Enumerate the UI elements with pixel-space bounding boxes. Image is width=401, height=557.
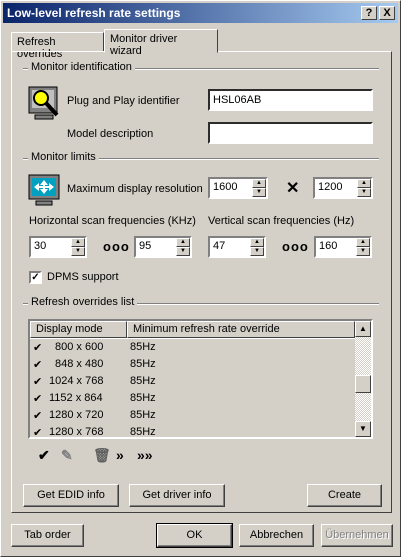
delete-trash-icon[interactable]: 🗑 [93, 447, 111, 464]
tab-monitor-driver-wizard[interactable]: Monitor driver wizard [104, 29, 218, 57]
edit-pencil-icon[interactable]: ✎ [61, 447, 73, 464]
times-icon: ✕ [286, 180, 300, 197]
max-width-value: 1600 [213, 181, 238, 193]
refresh-rate: 85Hz [130, 392, 156, 404]
list-item[interactable]: ✔ 1152 x 864 85Hz [30, 390, 355, 407]
checkmark-icon: ✔ [33, 393, 43, 405]
window-title: Low-level refresh rate settings [7, 6, 181, 20]
refresh-rate: 85Hz [130, 426, 156, 438]
spin-up-icon[interactable]: ▲ [357, 179, 371, 188]
display-mode: 848 x 480 [55, 358, 104, 370]
get-driver-button[interactable]: Get driver info [129, 484, 225, 507]
model-description-label: Model description [67, 128, 154, 140]
column-header-mode[interactable]: Display mode [30, 321, 127, 338]
display-mode: 800 x 600 [55, 341, 104, 353]
hscan-max-value: 95 [139, 240, 152, 252]
max-height-value: 1200 [318, 181, 343, 193]
spin-up-icon[interactable]: ▲ [252, 179, 266, 188]
model-description-field[interactable] [208, 122, 373, 144]
spin-down-icon[interactable]: ▼ [357, 188, 371, 197]
spin-down-icon[interactable]: ▼ [250, 247, 264, 256]
close-button[interactable]: X [379, 6, 395, 20]
refresh-rate: 85Hz [130, 375, 156, 387]
tab-refresh-overrides[interactable]: Refresh overrides [11, 32, 104, 60]
checkmark-icon: ✔ [33, 359, 43, 371]
get-edid-button[interactable]: Get EDID info [23, 484, 119, 507]
overrides-list[interactable]: Display mode Minimum refresh rate overri… [28, 319, 373, 439]
dpms-label: DPMS support [47, 271, 119, 283]
checkmark-icon: ✔ [33, 376, 43, 388]
refresh-rate: 85Hz [130, 409, 156, 421]
hscan-min-value: 30 [34, 240, 47, 252]
column-header-rate[interactable]: Minimum refresh rate override [127, 321, 355, 338]
title-bar: Low-level refresh rate settings ? X [3, 3, 398, 23]
vscan-label: Vertical scan frequencies (Hz) [208, 215, 355, 227]
enable-checkmark-icon[interactable]: ✔ [38, 447, 50, 464]
vscan-min-spinner[interactable]: 47 ▲ ▼ [208, 236, 266, 258]
spin-up-icon[interactable]: ▲ [356, 238, 370, 247]
create-button[interactable]: Create [307, 484, 382, 507]
spin-down-icon[interactable]: ▼ [176, 247, 190, 256]
max-resolution-label: Maximum display resolution [67, 183, 203, 195]
list-scrollbar[interactable]: ▲ ▼ [355, 321, 371, 437]
display-mode: 1280 x 768 [49, 426, 104, 438]
spin-down-icon[interactable]: ▼ [71, 247, 85, 256]
list-item[interactable]: ✔ 800 x 600 85Hz [30, 339, 355, 356]
refresh-rate: 85Hz [130, 358, 156, 370]
hscan-min-spinner[interactable]: 30 ▲ ▼ [29, 236, 87, 258]
move-next-icon[interactable]: » [116, 447, 124, 463]
vscan-min-value: 47 [213, 240, 226, 252]
tab-order-button[interactable]: Tab order [11, 524, 84, 547]
cancel-button[interactable]: Abbrechen [239, 524, 314, 547]
vscan-max-spinner[interactable]: 160 ▲ ▼ [314, 236, 372, 258]
group-label-overrides: Refresh overrides list [28, 296, 138, 308]
range-dots-icon: ooo [103, 239, 130, 254]
hscan-label: Horizontal scan frequencies (KHz) [29, 215, 196, 227]
max-width-spinner[interactable]: 1600 ▲ ▼ [208, 177, 268, 199]
scroll-down-icon[interactable]: ▼ [355, 421, 371, 437]
move-last-icon[interactable]: »» [137, 447, 153, 463]
hscan-max-spinner[interactable]: 95 ▲ ▼ [134, 236, 192, 258]
display-mode: 1024 x 768 [49, 375, 104, 387]
checkmark-icon: ✔ [33, 427, 43, 439]
apply-button: Übernehmen [321, 524, 393, 547]
help-button[interactable]: ? [361, 6, 377, 20]
list-item[interactable]: ✔ 848 x 480 85Hz [30, 356, 355, 373]
range-dots-icon: ooo [282, 239, 309, 254]
resize-monitor-icon [28, 174, 60, 206]
checkmark-icon: ✔ [33, 342, 43, 354]
group-label-identification: Monitor identification [28, 61, 135, 73]
pnp-id-label: Plug and Play identifier [67, 95, 180, 107]
spin-up-icon[interactable]: ▲ [71, 238, 85, 247]
spin-down-icon[interactable]: ▼ [356, 247, 370, 256]
spin-up-icon[interactable]: ▲ [250, 238, 264, 247]
group-label-limits: Monitor limits [28, 151, 99, 163]
scroll-thumb[interactable] [355, 375, 371, 393]
list-item[interactable]: ✔ 1280 x 720 85Hz [30, 407, 355, 424]
list-item[interactable]: ✔ 1024 x 768 85Hz [30, 373, 355, 390]
list-item[interactable]: ✔ 1280 x 768 85Hz [30, 424, 355, 439]
max-height-spinner[interactable]: 1200 ▲ ▼ [313, 177, 373, 199]
ok-button[interactable]: OK [156, 523, 233, 548]
checkmark-icon: ✔ [33, 410, 43, 422]
display-mode: 1152 x 864 [49, 392, 103, 404]
scroll-up-icon[interactable]: ▲ [355, 321, 371, 337]
vscan-max-value: 160 [319, 240, 338, 252]
dialog-window: Low-level refresh rate settings ? X Refr… [0, 0, 401, 557]
refresh-rate: 85Hz [130, 341, 156, 353]
display-mode: 1280 x 720 [49, 409, 104, 421]
pnp-id-field[interactable]: HSL06AB [208, 89, 373, 111]
spin-down-icon[interactable]: ▼ [252, 188, 266, 197]
magnifier-monitor-icon [28, 86, 59, 120]
spin-up-icon[interactable]: ▲ [176, 238, 190, 247]
dpms-checkbox[interactable]: ✓ [29, 271, 42, 284]
